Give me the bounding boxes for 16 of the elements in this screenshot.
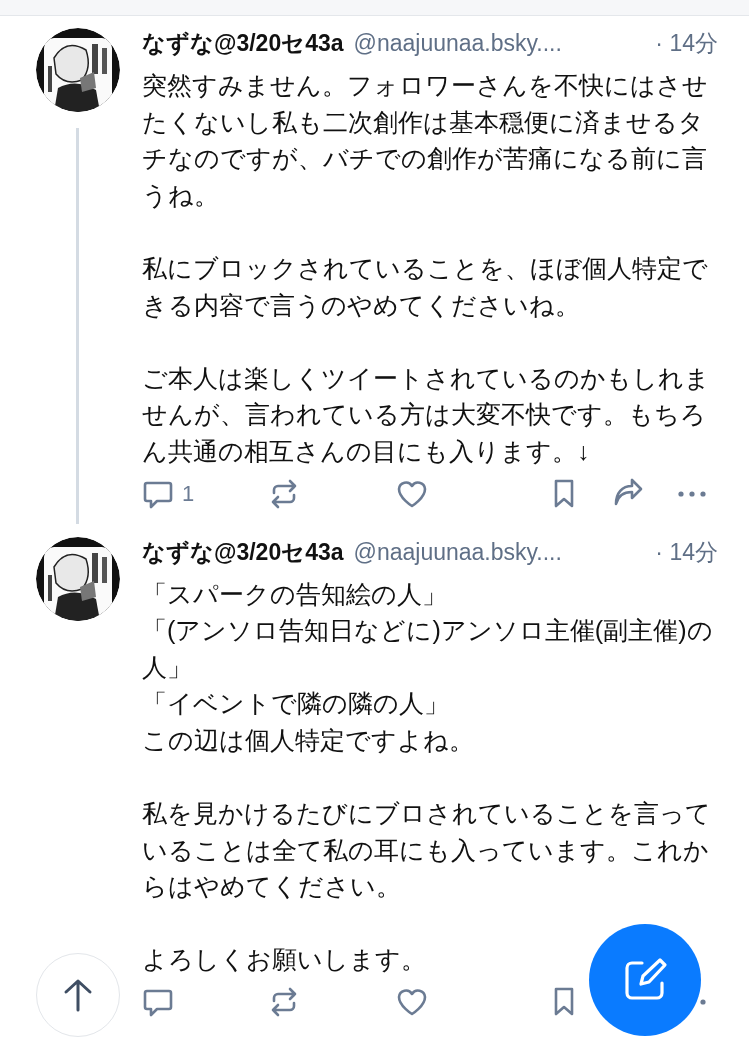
post-text: ご本人は楽しくツイートされているのかもしれませんが、言われている方は大変不快です。もちろん共通の相互さんの目にも入ります。↓ — [142, 362, 711, 467]
post-text: 「スパークの告知絵の人」 — [142, 578, 447, 610]
post-time: · 14分 — [655, 29, 718, 58]
post-text: よろしくお願いします。 — [142, 944, 426, 976]
post-text: 私を見かけるたびにブロされていることを言っていることは全て私の耳にも入っています。これからはやめてください。 — [142, 798, 712, 903]
reply-count: 1 — [182, 480, 195, 507]
author-handle: @naajuunaa.bsky.... — [353, 30, 563, 57]
post-time: · 14分 — [655, 537, 718, 567]
post-text: 「イベントで隣の隣の人」 — [142, 688, 449, 720]
post-text: 私にブロックされていることを、ほぼ個人特定できる内容で言うのやめてくださいね。 — [142, 252, 709, 321]
author-handle: @naajuunaa.bsky.... — [353, 538, 563, 566]
author-name[interactable]: なずな@3/20セ43a — [142, 536, 344, 568]
author-name[interactable]: なずな@3/20セ43a — [142, 28, 344, 59]
post-text: 「(アンソロ告知日などに)アンソロ主催(副主催)の人」 — [142, 615, 714, 683]
post-text: 突然すみません。フォロワーさんを不快にはさせたくないし私も二次創作は基本穏便に済ませるタチなのですが、バチでの創作が苦痛になる前に言うね。 — [142, 70, 709, 211]
post-text: この辺は個人特定ですよね。 — [142, 724, 474, 756]
